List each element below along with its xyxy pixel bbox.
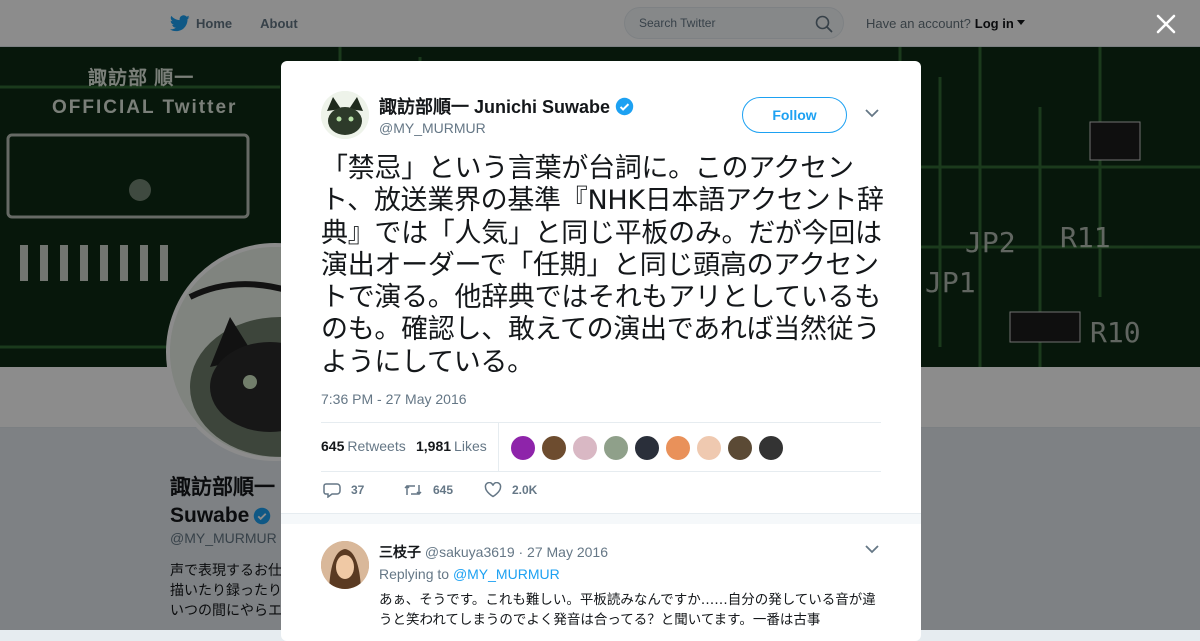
liker-avatar[interactable] [727, 435, 753, 461]
chevron-down-icon[interactable] [865, 544, 879, 554]
liker-avatar[interactable] [572, 435, 598, 461]
liker-avatar[interactable] [603, 435, 629, 461]
author-handle[interactable]: @MY_MURMUR [379, 120, 486, 136]
retweet-icon [404, 484, 422, 496]
author-name-row: 諏訪部順一 Junichi Suwabe [379, 93, 634, 119]
reply-avatar[interactable] [321, 541, 369, 589]
nav-dim-overlay [0, 0, 1200, 47]
tweet-actions: 37 645 2.0K [321, 479, 881, 503]
close-icon[interactable] [1154, 12, 1178, 36]
likes-label: Likes [454, 438, 487, 454]
replying-to-link[interactable]: @MY_MURMUR [453, 566, 560, 582]
reply-count: 37 [351, 483, 365, 497]
replying-to-prefix: Replying to [379, 566, 450, 582]
retweet-action-count: 645 [433, 483, 454, 497]
liker-avatar[interactable] [510, 435, 536, 461]
reply-author-name[interactable]: 三枝子 [379, 544, 421, 560]
liker-avatar[interactable] [541, 435, 567, 461]
liker-avatar[interactable] [634, 435, 660, 461]
likers-avatars [510, 435, 789, 461]
tweet-modal: 諏訪部順一 Junichi Suwabe @MY_MURMUR Follow 「… [281, 61, 921, 641]
chevron-down-icon[interactable] [865, 108, 879, 118]
verified-badge-icon [615, 97, 634, 115]
author-avatar-image [321, 91, 369, 139]
liker-avatar[interactable] [665, 435, 691, 461]
like-action-count: 2.0K [512, 483, 538, 497]
reply-text: あぁ、そうです。これも難しい。平板読みなんですか……自分の発している音が違うと笑… [379, 592, 876, 628]
reply-header: 三枝子 @sakuya3619 · 27 May 2016 [379, 542, 608, 562]
likes-stat[interactable]: 1,981 Likes [416, 438, 487, 454]
reply-author-handle[interactable]: @sakuya3619 [425, 544, 515, 560]
liker-avatar[interactable] [696, 435, 722, 461]
heart-icon [484, 482, 502, 498]
replying-to: Replying to @MY_MURMUR [379, 566, 560, 582]
author-name[interactable]: 諏訪部順一 Junichi Suwabe [379, 93, 610, 119]
tweet-text: 「禁忌」という言葉が台詞に。このアクセント、放送業界の基準『NHK日本語アクセン… [321, 153, 884, 378]
reply-avatar-image [321, 541, 369, 589]
like-button[interactable]: 2.0K [484, 482, 537, 498]
replies-divider [281, 513, 921, 524]
follow-button[interactable]: Follow [742, 97, 847, 133]
reply-icon [323, 483, 341, 498]
reply-button[interactable]: 37 [323, 482, 364, 498]
author-avatar[interactable] [321, 91, 369, 139]
tweet-timestamp[interactable]: 7:36 PM - 27 May 2016 [321, 391, 467, 407]
tweet-stats: 645 Retweets 1,981 Likes [321, 422, 881, 472]
reply-date[interactable]: · 27 May 2016 [519, 544, 609, 560]
retweets-count: 645 [321, 438, 345, 454]
retweets-label: Retweets [347, 438, 406, 454]
likes-count: 1,981 [416, 438, 452, 454]
liker-avatar[interactable] [758, 435, 784, 461]
stats-divider [498, 423, 499, 471]
retweets-stat[interactable]: 645 Retweets [321, 438, 406, 454]
retweet-button[interactable]: 645 [403, 482, 453, 498]
